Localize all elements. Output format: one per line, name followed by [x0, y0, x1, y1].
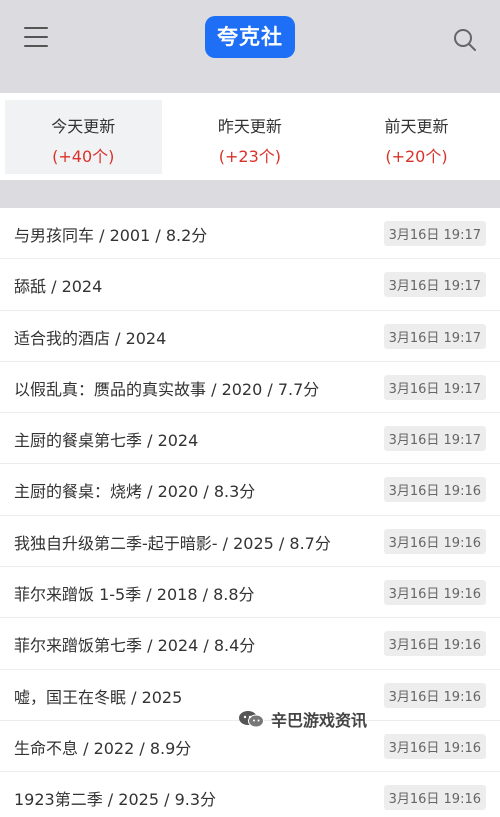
item-time-badge: 3月16日 19:17 [383, 426, 486, 452]
item-title: 我独自升级第二季-起于暗影- / 2025 / 8.7分 [14, 533, 331, 553]
item-title: 生命不息 / 2022 / 8.9分 [14, 738, 192, 758]
tab-yesterday-count: (+23个) [218, 147, 282, 166]
list-item[interactable]: 主厨的餐桌第七季 / 2024 3月16日 19:17 [0, 413, 500, 465]
tab-today[interactable]: 今天更新 (+40个) [0, 93, 167, 180]
tab-day-before-count: (+20个) [385, 147, 448, 166]
item-title: 主厨的餐桌：烧烤 / 2020 / 8.3分 [14, 482, 256, 502]
item-time-badge: 3月16日 19:16 [383, 477, 486, 503]
tab-day-before[interactable]: 前天更新 (+20个) [333, 93, 500, 180]
search-icon[interactable] [452, 27, 478, 53]
wechat-icon [239, 711, 264, 728]
tab-today-panel: 今天更新 (+40个) [5, 100, 162, 174]
item-time-badge: 3月16日 19:16 [383, 733, 486, 759]
item-time-badge: 3月16日 19:16 [383, 528, 486, 554]
list-item[interactable]: 与男孩同车 / 2001 / 8.2分 3月16日 19:17 [0, 208, 500, 260]
tab-today-label: 今天更新 [51, 117, 116, 136]
list-item[interactable]: 以假乱真：赝品的真实故事 / 2020 / 7.7分 3月16日 19:17 [0, 362, 500, 414]
item-title: 菲尔来蹭饭 1-5季 / 2018 / 8.8分 [14, 585, 255, 605]
item-title: 菲尔来蹭饭第七季 / 2024 / 8.4分 [14, 636, 256, 656]
section-divider [0, 180, 500, 208]
list-item[interactable]: 1923第二季 / 2025 / 9.3分 3月16日 19:16 [0, 772, 500, 817]
item-time-badge: 3月16日 19:16 [383, 682, 486, 708]
item-title: 1923第二季 / 2025 / 9.3分 [14, 790, 217, 810]
list-item[interactable]: 我独自升级第二季-起于暗影- / 2025 / 8.7分 3月16日 19:16 [0, 516, 500, 568]
item-time-badge: 3月16日 19:17 [383, 221, 486, 246]
item-title: 舔舐 / 2024 [14, 277, 103, 297]
tab-today-count: (+40个) [52, 147, 115, 166]
watermark: 辛巴游戏资讯 [237, 707, 367, 731]
item-time-badge: 3月16日 19:16 [383, 631, 486, 657]
tab-yesterday[interactable]: 昨天更新 (+23个) [167, 93, 334, 180]
item-time-badge: 3月16日 19:16 [383, 580, 486, 606]
date-tabs: 今天更新 (+40个) 昨天更新 (+23个) 前天更新 (+20个) [0, 93, 500, 180]
item-title: 主厨的餐桌第七季 / 2024 [14, 431, 199, 451]
item-time-badge: 3月16日 19:16 [383, 785, 486, 811]
tab-yesterday-panel: 昨天更新 (+23个) [172, 100, 329, 174]
item-title: 嘘，国王在冬眠 / 2025 [14, 687, 183, 707]
list-item[interactable]: 菲尔来蹭饭 1-5季 / 2018 / 8.8分 3月16日 19:16 [0, 567, 500, 619]
hamburger-menu-icon[interactable] [24, 27, 48, 49]
list-item[interactable]: 舔舐 / 2024 3月16日 19:17 [0, 259, 500, 311]
tab-day-before-panel: 前天更新 (+20个) [338, 100, 495, 174]
list-item[interactable]: 适合我的酒店 / 2024 3月16日 19:17 [0, 311, 500, 362]
item-title: 以假乱真：赝品的真实故事 / 2020 / 7.7分 [14, 379, 320, 399]
item-title: 与男孩同车 / 2001 / 8.2分 [14, 226, 208, 245]
item-time-badge: 3月16日 19:17 [383, 323, 486, 349]
item-time-badge: 3月16日 19:17 [383, 374, 486, 400]
list-item[interactable]: 主厨的餐桌：烧烤 / 2020 / 8.3分 3月16日 19:16 [0, 464, 500, 516]
top-header: 夸克社 [0, 0, 500, 93]
watermark-text: 辛巴游戏资讯 [271, 711, 368, 730]
tab-yesterday-label: 昨天更新 [217, 117, 282, 136]
list-item[interactable]: 菲尔来蹭饭第七季 / 2024 / 8.4分 3月16日 19:16 [0, 618, 500, 670]
item-time-badge: 3月16日 19:17 [383, 272, 486, 298]
tab-day-before-label: 前天更新 [384, 117, 449, 136]
item-title: 适合我的酒店 / 2024 [14, 328, 167, 348]
app-logo[interactable]: 夸克社 [205, 16, 295, 58]
